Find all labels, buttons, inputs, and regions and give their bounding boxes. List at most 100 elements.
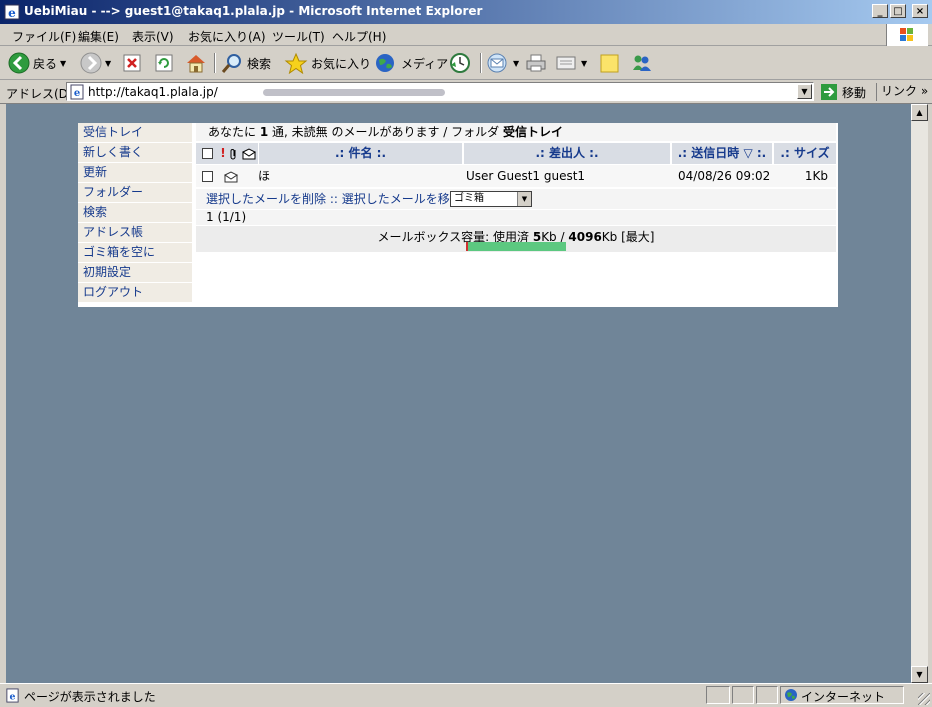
favorites-button[interactable]: お気に入り xyxy=(284,51,371,75)
menu-view[interactable]: 表示(V) xyxy=(132,28,174,45)
message-size: 1Kb xyxy=(804,169,828,183)
header-icons: ! xyxy=(196,143,258,164)
back-dropdown-icon[interactable]: ▼ xyxy=(60,59,66,68)
messenger-button[interactable] xyxy=(630,51,654,75)
menu-help[interactable]: ヘルプ(H) xyxy=(332,28,386,45)
sidebar-item-logout[interactable]: ログアウト xyxy=(78,283,192,302)
maximize-button[interactable]: □ xyxy=(890,4,906,18)
go-button[interactable]: 移動 xyxy=(820,83,866,101)
quota-bar-fill xyxy=(466,242,566,251)
sidebar-item-address-book[interactable]: アドレス帳 xyxy=(78,223,192,242)
resize-grip[interactable] xyxy=(918,693,930,705)
mail-dropdown-icon[interactable]: ▼ xyxy=(513,59,519,68)
menu-tools[interactable]: ツール(T) xyxy=(272,28,325,45)
favorites-label: お気に入り xyxy=(311,56,372,71)
move-selected-link[interactable]: 選択したメールを移動 xyxy=(342,192,462,206)
home-button[interactable] xyxy=(184,51,208,75)
mailbox-summary: あなたに 1 通, 未読無 のメールがあります / フォルダ 受信トレイ xyxy=(196,123,836,141)
mail-button[interactable]: ▼ xyxy=(486,51,519,75)
sidebar-item-empty-trash[interactable]: ゴミ箱を空に xyxy=(78,243,192,262)
sidebar-menu: 受信トレイ 新しく書く 更新 フォルダー 検索 アドレス帳 ゴミ箱を空に 初期設… xyxy=(78,123,192,303)
status-pane-2 xyxy=(732,686,754,704)
window-title: UebiMiau - --> guest1@takaq1.plala.jp - … xyxy=(24,4,483,18)
summary-text: 通, 未読無 のメールがあります / フォルダ xyxy=(272,125,500,139)
sidebar-item-refresh[interactable]: 更新 xyxy=(78,163,192,182)
links-button[interactable]: リンク » xyxy=(876,83,928,101)
subject-column-header[interactable]: .: 件名 :. xyxy=(259,143,462,164)
windows-logo xyxy=(886,24,928,46)
vertical-scrollbar[interactable]: ▲ ▼ xyxy=(911,104,928,683)
note-icon xyxy=(600,54,619,73)
sidebar-item-search[interactable]: 検索 xyxy=(78,203,192,222)
edit-button[interactable]: ▼ xyxy=(554,51,587,75)
select-all-checkbox[interactable] xyxy=(202,148,213,159)
forward-button[interactable]: ▼ xyxy=(80,51,111,75)
message-list-area: あなたに 1 通, 未読無 のメールがあります / フォルダ 受信トレイ ! .… xyxy=(196,123,836,252)
sidebar-item-folders[interactable]: フォルダー xyxy=(78,183,192,202)
menu-favorites[interactable]: お気に入り(A) xyxy=(188,28,266,45)
search-label: 検索 xyxy=(247,56,272,71)
sidebar-item-compose[interactable]: 新しく書く xyxy=(78,143,192,162)
select-dropdown-icon: ▼ xyxy=(517,192,531,206)
address-dropdown-icon[interactable]: ▼ xyxy=(797,84,812,99)
links-label: リンク xyxy=(881,84,918,98)
summary-prefix: あなたに xyxy=(208,125,257,139)
priority-icon: ! xyxy=(220,146,226,160)
home-icon xyxy=(187,55,205,73)
message-date: 04/08/26 09:02 xyxy=(678,169,771,183)
sidebar-item-preferences[interactable]: 初期設定 xyxy=(78,263,192,282)
quota-bar-used-marker xyxy=(466,242,468,251)
media-globe-icon xyxy=(376,54,394,72)
close-button[interactable]: × xyxy=(912,4,928,18)
search-icon xyxy=(221,54,241,73)
size-column-header[interactable]: .: サイズ :. xyxy=(774,143,836,181)
scroll-down-button[interactable]: ▼ xyxy=(911,666,928,683)
address-input[interactable]: e http://takaq1.plala.jp/ ▼ xyxy=(66,82,814,101)
history-button[interactable] xyxy=(448,51,472,75)
zone-label: インターネット xyxy=(801,690,886,704)
move-target-value: ゴミ箱 xyxy=(454,193,484,204)
message-checkbox[interactable] xyxy=(202,171,213,182)
status-bar: e ページが表示されました インターネット xyxy=(0,683,932,707)
read-envelope-icon xyxy=(224,170,238,182)
stop-icon xyxy=(123,54,141,72)
page-viewport: 受信トレイ 新しく書く 更新 フォルダー 検索 アドレス帳 ゴミ箱を空に 初期設… xyxy=(6,104,911,683)
move-target-select[interactable]: ゴミ箱 ▼ xyxy=(450,191,532,207)
redacted-url-path xyxy=(263,89,445,96)
address-label: アドレス(D) xyxy=(6,87,73,101)
page-icon: e xyxy=(70,84,84,100)
ie-icon: e xyxy=(4,4,20,20)
sidebar-item-inbox[interactable]: 受信トレイ xyxy=(78,123,192,142)
discuss-button[interactable] xyxy=(598,51,622,75)
forward-dropdown-icon[interactable]: ▼ xyxy=(105,59,111,68)
edit-dropdown-icon[interactable]: ▼ xyxy=(581,59,587,68)
delete-selected-link[interactable]: 選択したメールを削除 xyxy=(206,192,326,206)
date-column-header[interactable]: .: 送信日時 ▽ :. xyxy=(672,143,772,164)
title-bar: e UebiMiau - --> guest1@takaq1.plala.jp … xyxy=(0,0,932,24)
minimize-button[interactable]: _ xyxy=(872,4,888,18)
svg-text:e: e xyxy=(8,6,16,20)
quota-total-unit: Kb xyxy=(601,230,618,244)
status-pane-1 xyxy=(706,686,730,704)
back-arrow-icon xyxy=(8,52,30,74)
quota-max: [最大] xyxy=(621,230,655,244)
quota-total: 4096 xyxy=(568,230,602,244)
menu-file[interactable]: ファイル(F) xyxy=(12,28,76,45)
print-button[interactable] xyxy=(524,51,548,75)
back-button[interactable]: 戻る ▼ xyxy=(8,51,66,75)
favorites-star-icon xyxy=(284,52,308,74)
media-button[interactable]: メディア xyxy=(374,51,448,75)
search-button[interactable]: 検索 xyxy=(220,51,271,75)
menu-edit[interactable]: 編集(E) xyxy=(78,28,119,45)
message-from: User Guest1 guest1 xyxy=(466,169,586,183)
message-subject[interactable]: ほ xyxy=(258,165,458,187)
stop-button[interactable] xyxy=(122,51,142,75)
refresh-button[interactable] xyxy=(154,51,174,75)
message-count: 1 xyxy=(259,125,269,139)
from-column-header[interactable]: .: 差出人 :. xyxy=(464,143,670,164)
attachment-icon xyxy=(230,148,236,159)
go-label: 移動 xyxy=(842,85,867,100)
internet-globe-icon xyxy=(785,689,797,701)
media-label: メディア xyxy=(401,56,449,71)
scroll-up-button[interactable]: ▲ xyxy=(911,104,928,121)
